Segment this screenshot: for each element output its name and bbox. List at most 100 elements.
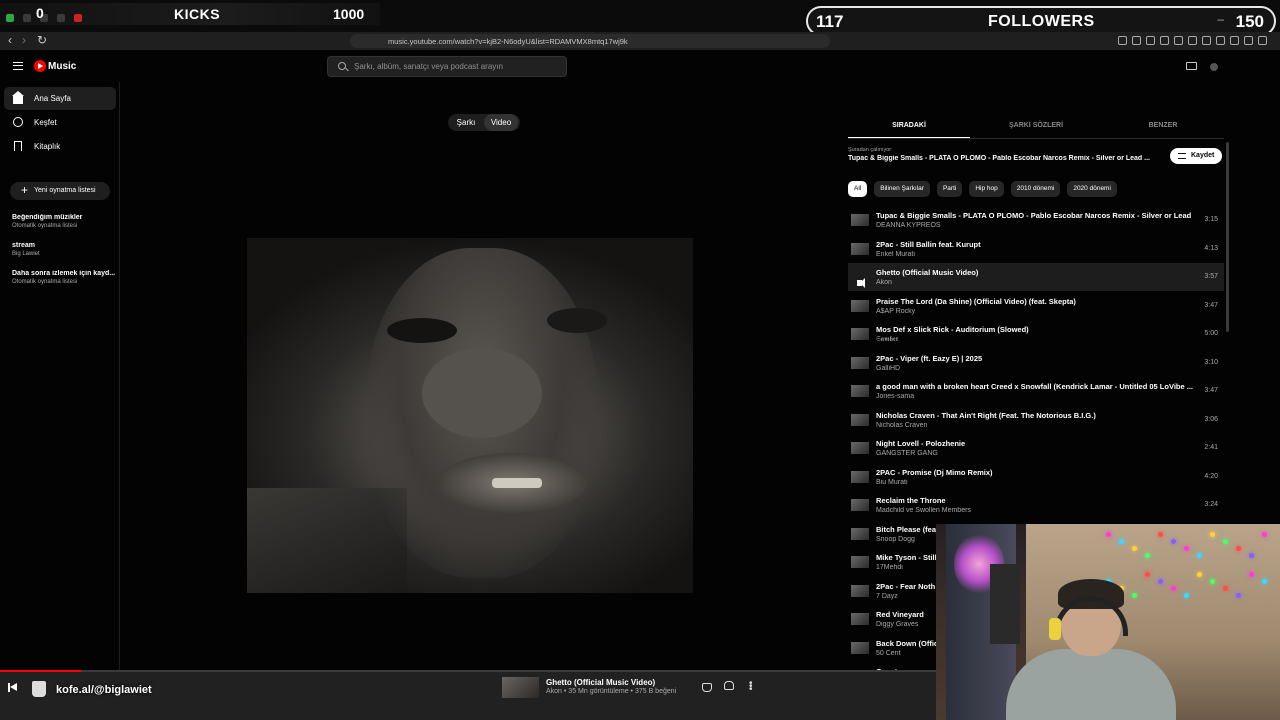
extension-icon[interactable]: [1174, 36, 1183, 45]
queue-item[interactable]: Reclaim the Throne Madchild ve Swollen Me…: [848, 491, 1224, 519]
toggle-video[interactable]: Video: [484, 114, 518, 131]
led-light: [1145, 572, 1150, 577]
toggle-song[interactable]: Şarkı: [450, 114, 482, 131]
tab-related[interactable]: BENZER: [1102, 118, 1224, 138]
queue-thumbnail[interactable]: [851, 214, 869, 226]
now-playing-thumbnail[interactable]: [502, 677, 539, 698]
led-light: [1171, 539, 1176, 544]
queue-item[interactable]: Ghetto (Official Music Video) Akon 3:57: [848, 263, 1224, 291]
chip-2010s[interactable]: 2010 dönemi: [1010, 181, 1061, 197]
extension-icon[interactable]: [1118, 36, 1127, 45]
new-playlist-label: Yeni oynatma listesi: [34, 187, 96, 194]
chip-party[interactable]: Parti: [936, 181, 963, 197]
queue-item-artist: DEANNA KYPREOS: [876, 222, 941, 229]
queue-item[interactable]: Nicholas Craven - That Ain't Right (Feat…: [848, 406, 1224, 434]
queue-thumbnail[interactable]: [851, 556, 869, 568]
led-light: [1184, 546, 1189, 551]
forward-icon[interactable]: ›: [22, 33, 26, 47]
chip-all[interactable]: All: [848, 181, 868, 197]
led-light: [1197, 553, 1202, 558]
playing-from-title[interactable]: Tupac & Biggie Smalls - PLATA O PLOMO - …: [848, 155, 1170, 162]
new-playlist-button[interactable]: + Yeni oynatma listesi: [10, 182, 110, 200]
chip-familiar[interactable]: Bilinen Şarkılar: [874, 181, 930, 197]
reload-icon[interactable]: ↻: [37, 33, 47, 47]
sidebar-playlist[interactable]: stream Big Lawiet: [12, 242, 116, 257]
search-input[interactable]: [354, 57, 564, 76]
playlist-title: Beğendiğim müzikler: [12, 214, 83, 221]
filter-chips: All Bilinen Şarkılar Parti Hip hop 2010 …: [848, 181, 1117, 197]
menu-icon[interactable]: [13, 62, 23, 70]
queue-item[interactable]: Tupac & Biggie Smalls - PLATA O PLOMO - …: [848, 206, 1224, 234]
queue-item[interactable]: Praise The Lord (Da Shine) (Official Vid…: [848, 292, 1224, 320]
queue-thumbnail[interactable]: [851, 470, 869, 483]
cast-icon[interactable]: [1186, 62, 1197, 70]
queue-item[interactable]: 2PAC - Promise (Dj Mimo Remix) Biu Murati…: [848, 463, 1224, 491]
tab-up-next[interactable]: SIRADAKİ: [848, 118, 970, 138]
address-bar[interactable]: music.youtube.com/watch?v=kjB2-N6odyU&li…: [350, 34, 830, 48]
extension-icon[interactable]: [1244, 36, 1253, 45]
queue-item[interactable]: a good man with a broken heart Creed x S…: [848, 377, 1224, 405]
now-playing-title[interactable]: Ghetto (Official Music Video): [546, 678, 655, 687]
led-light: [1249, 572, 1254, 577]
led-light: [1184, 593, 1189, 598]
queue-item-title: Tupac & Biggie Smalls - PLATA O PLOMO - …: [876, 211, 1192, 220]
more-options-icon[interactable]: • • •: [749, 679, 753, 695]
extension-icon[interactable]: [1202, 36, 1211, 45]
stream-overlay-top: 0 KICKS 1000 117 FOLLOWERS – 150: [0, 0, 1280, 36]
tab-favicon[interactable]: [6, 14, 14, 22]
followers-goal-count: 150: [1235, 12, 1264, 31]
queue-thumbnail[interactable]: [851, 641, 869, 654]
sidebar-item-explore[interactable]: Keşfet: [4, 111, 116, 134]
queue-item[interactable]: Mos Def x Slick Rick - Auditorium (Slowe…: [848, 320, 1224, 348]
queue-thumbnail[interactable]: [851, 413, 869, 426]
queue-item[interactable]: Night Lovell - Polozhenie GANGSTER GANG 2:…: [848, 434, 1224, 462]
chip-2020s[interactable]: 2020 dönemi: [1067, 181, 1117, 197]
led-light: [1236, 546, 1241, 551]
sidebar-item-home[interactable]: Ana Sayfa: [4, 87, 116, 110]
extension-icon[interactable]: [1188, 36, 1197, 45]
tab-favicon[interactable]: [57, 14, 65, 22]
queue-thumbnail[interactable]: [851, 584, 869, 597]
sidebar-item-library[interactable]: Kitaplık: [4, 135, 116, 158]
video-player[interactable]: [247, 238, 693, 593]
extension-icon[interactable]: [1160, 36, 1169, 45]
video-content: [387, 318, 457, 343]
queue-item-title: Ghetto (Official Music Video): [876, 268, 979, 277]
previous-icon[interactable]: [8, 683, 17, 692]
queue-thumbnail[interactable]: [851, 385, 869, 397]
search-box[interactable]: [327, 56, 567, 77]
queue-thumbnail[interactable]: [851, 356, 869, 369]
extension-icon[interactable]: [1230, 36, 1239, 45]
youtube-music-logo-icon[interactable]: [34, 60, 46, 72]
queue-item[interactable]: 2Pac - Viper (ft. Eazy E) | 2025 GalliHD 3…: [848, 349, 1224, 377]
avatar[interactable]: [1210, 63, 1218, 71]
queue-item-title: Night Lovell - Polozhenie: [876, 439, 966, 448]
tab-favicon[interactable]: [23, 14, 31, 22]
queue-thumbnail[interactable]: [851, 328, 869, 340]
tab-lyrics[interactable]: ŞARKI SÖZLERİ: [975, 118, 1097, 138]
sidebar-playlist[interactable]: Beğendiğim müzikler Otomatik oynatma lis…: [12, 214, 116, 229]
queue-thumbnail[interactable]: [851, 442, 869, 454]
queue-thumbnail[interactable]: [851, 499, 869, 511]
queue-thumbnail[interactable]: [851, 613, 869, 625]
save-button[interactable]: Kaydet: [1170, 148, 1222, 164]
queue-thumbnail[interactable]: [851, 242, 869, 255]
sidebar-playlist[interactable]: Daha sonra izlemek için kayd... Otomatik…: [12, 270, 116, 285]
chip-hiphop[interactable]: Hip hop: [969, 181, 1004, 197]
logo-text[interactable]: Music: [48, 61, 76, 72]
dislike-icon[interactable]: [702, 683, 712, 692]
browser-tab-strip[interactable]: [6, 14, 82, 22]
queue-thumbnail[interactable]: [851, 299, 869, 312]
extension-icon[interactable]: [1258, 36, 1267, 45]
tab-favicon[interactable]: [74, 14, 82, 22]
queue-item[interactable]: 2Pac - Still Ballin feat. Kurupt Enkel Mu…: [848, 235, 1224, 263]
playlist-add-icon: [1178, 153, 1186, 159]
queue-thumbnail[interactable]: [851, 527, 869, 540]
now-playing-indicator[interactable]: [851, 271, 869, 288]
queue-scrollbar[interactable]: [1226, 142, 1229, 332]
extension-icon[interactable]: [1132, 36, 1141, 45]
back-icon[interactable]: ‹: [8, 33, 12, 47]
extension-icon[interactable]: [1146, 36, 1155, 45]
like-icon[interactable]: [724, 681, 734, 690]
extension-icon[interactable]: [1216, 36, 1225, 45]
